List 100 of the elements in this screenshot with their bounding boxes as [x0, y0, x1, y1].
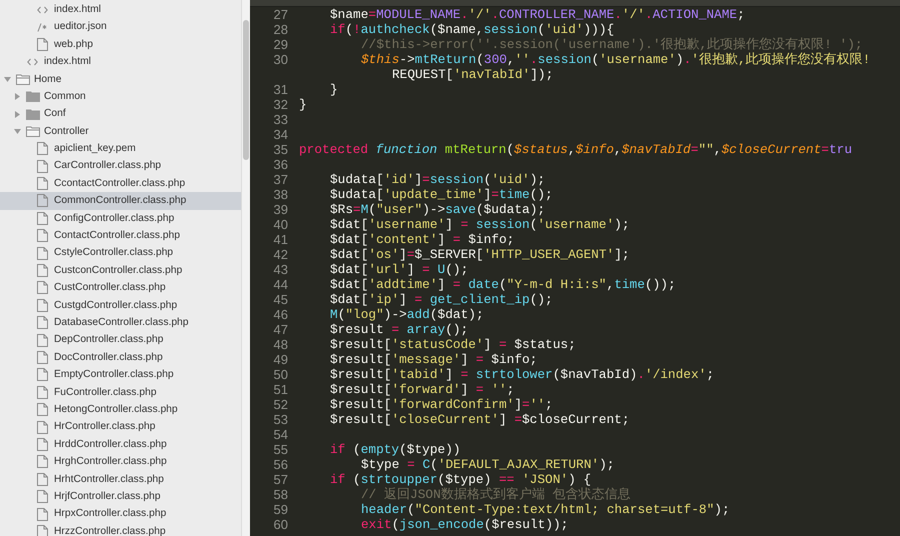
file-row[interactable]: HrzzController.class.php — [0, 522, 241, 536]
file-name: ueditor.json — [54, 20, 107, 34]
file-icon — [37, 334, 48, 347]
line-number: 51 — [272, 382, 288, 397]
folder-row[interactable]: Conf — [0, 105, 241, 123]
line-number: 48 — [272, 337, 288, 352]
code-line: $result['tabid'] = strtolower($navTabId).'/index'; — [330, 367, 714, 382]
file-row[interactable]: CstyleController.class.php — [0, 244, 241, 262]
file-icon — [37, 420, 48, 434]
file-row[interactable]: CommonController.class.php — [0, 192, 241, 210]
file-name: CustconController.class.php — [54, 264, 182, 278]
code-line: $Rs=M("user")->save($udata); — [330, 202, 546, 217]
code-line: REQUEST['navTabId']); — [392, 67, 554, 82]
file-row[interactable]: HrghController.class.php — [0, 453, 241, 471]
file-icon — [37, 142, 48, 156]
file-row[interactable]: CustconController.class.php — [0, 262, 241, 280]
code-line: if(!authcheck($name,session('uid'))){ — [330, 22, 614, 37]
expanded-arrow-icon[interactable] — [14, 128, 21, 135]
file-name: EmptyController.class.php — [54, 368, 174, 382]
file-name: HrzzController.class.php — [54, 524, 166, 536]
file-name: CstyleController.class.php — [54, 246, 174, 260]
file-row[interactable]: CcontactController.class.php — [0, 174, 241, 192]
file-row[interactable]: HrpxController.class.php — [0, 505, 241, 523]
file-row[interactable]: CustgdController.class.php — [0, 296, 241, 314]
file-row[interactable]: apiclient_key.pem — [0, 140, 241, 158]
file-icon — [37, 524, 48, 536]
file-row[interactable]: DepController.class.php — [0, 331, 241, 349]
code-line: } — [299, 97, 307, 112]
code-line: $type = C('DEFAULT_AJAX_RETURN'); — [361, 457, 614, 472]
file-row[interactable]: DocController.class.php — [0, 348, 241, 366]
file-icon — [37, 298, 48, 312]
file-row[interactable]: CarController.class.php — [0, 158, 241, 175]
file-row[interactable]: index.html — [0, 1, 241, 18]
folder-row[interactable]: Controller — [0, 122, 241, 140]
line-number: 56 — [272, 457, 288, 472]
expanded-arrow-icon[interactable] — [4, 76, 11, 83]
file-icon — [37, 351, 48, 364]
folder-row[interactable]: Home — [0, 70, 241, 88]
collapsed-arrow-icon[interactable] — [14, 110, 21, 118]
folder-row[interactable]: Common — [0, 88, 241, 106]
folder-icon — [16, 74, 30, 85]
line-number: 30 — [272, 52, 288, 67]
file-icon — [37, 229, 48, 242]
line-number: 44 — [272, 277, 288, 292]
line-number: 55 — [272, 442, 288, 457]
file-row[interactable]: HrjfController.class.php — [0, 488, 241, 506]
file-row[interactable]: FuController.class.php — [0, 384, 241, 401]
folder-icon — [26, 91, 40, 102]
file-name: CarController.class.php — [54, 159, 162, 174]
file-name: HrjfController.class.php — [54, 490, 160, 504]
file-row[interactable]: HrhtController.class.php — [0, 470, 241, 488]
file-row[interactable]: HetongController.class.php — [0, 400, 241, 418]
file-name: HetongController.class.php — [54, 402, 178, 417]
file-icon — [37, 368, 48, 382]
line-number: 49 — [272, 352, 288, 367]
code-line: if (empty($type)) — [330, 442, 461, 457]
line-number: 35 — [272, 142, 288, 157]
file-row[interactable]: DatabaseController.class.php — [0, 314, 241, 332]
file-name: ContactController.class.php — [54, 229, 180, 244]
file-row[interactable]: index.html — [0, 53, 241, 71]
folder-icon — [26, 126, 40, 137]
file-row[interactable]: ContactController.class.php — [0, 227, 241, 244]
file-row[interactable]: web.php — [0, 36, 241, 54]
file-row[interactable]: EmptyController.class.php — [0, 366, 241, 384]
code-line: $result = array(); — [330, 322, 468, 337]
line-number: 50 — [272, 367, 288, 382]
file-icon — [37, 264, 48, 278]
file-row[interactable]: ueditor.json — [0, 18, 241, 36]
file-row[interactable]: HrController.class.php — [0, 418, 241, 436]
code-line: $udata['update_time']=time(); — [330, 187, 553, 202]
file-name: DocController.class.php — [54, 350, 163, 365]
file-name: HrpxController.class.php — [54, 507, 166, 522]
file-icon — [37, 472, 48, 486]
file-name: index.html — [54, 2, 101, 17]
file-icon — [37, 194, 48, 208]
file-icon — [37, 386, 48, 399]
code-icon — [37, 6, 48, 14]
file-row[interactable]: CustController.class.php — [0, 279, 241, 297]
file-name: FuController.class.php — [54, 386, 156, 400]
collapsed-arrow-icon[interactable] — [14, 93, 21, 100]
code-line: $result['message'] = $info; — [330, 352, 538, 367]
code-line: $name=MODULE_NAME.'/'.CONTROLLER_NAME.'/'.ACTION_NAME; — [330, 7, 745, 22]
file-row[interactable]: ConfigController.class.php — [0, 210, 241, 228]
folder-name: Conf — [44, 107, 66, 122]
code-line: $dat['ip'] = get_client_ip(); — [330, 292, 553, 307]
code-line: $dat['content'] = $info; — [330, 232, 514, 247]
code-line: header("Content-Type:text/html; charset=utf-8"); — [361, 502, 730, 517]
scrollbar-thumb[interactable] — [243, 20, 249, 160]
line-number: 52 — [272, 397, 288, 412]
code-comment: // 返回JSON数据格式到客户端 包含状态信息 — [361, 487, 630, 502]
scrollbar[interactable] — [241, 0, 250, 536]
code-line: $udata['id']=session('uid'); — [330, 172, 546, 187]
line-number: 41 — [272, 232, 288, 247]
file-row[interactable]: HrddController.class.php — [0, 436, 241, 454]
file-icon — [37, 403, 48, 416]
file-icon — [37, 490, 48, 504]
line-number: 36 — [272, 157, 288, 172]
file-icon — [37, 508, 48, 521]
line-number: 60 — [272, 517, 288, 532]
line-number: 58 — [272, 487, 288, 502]
